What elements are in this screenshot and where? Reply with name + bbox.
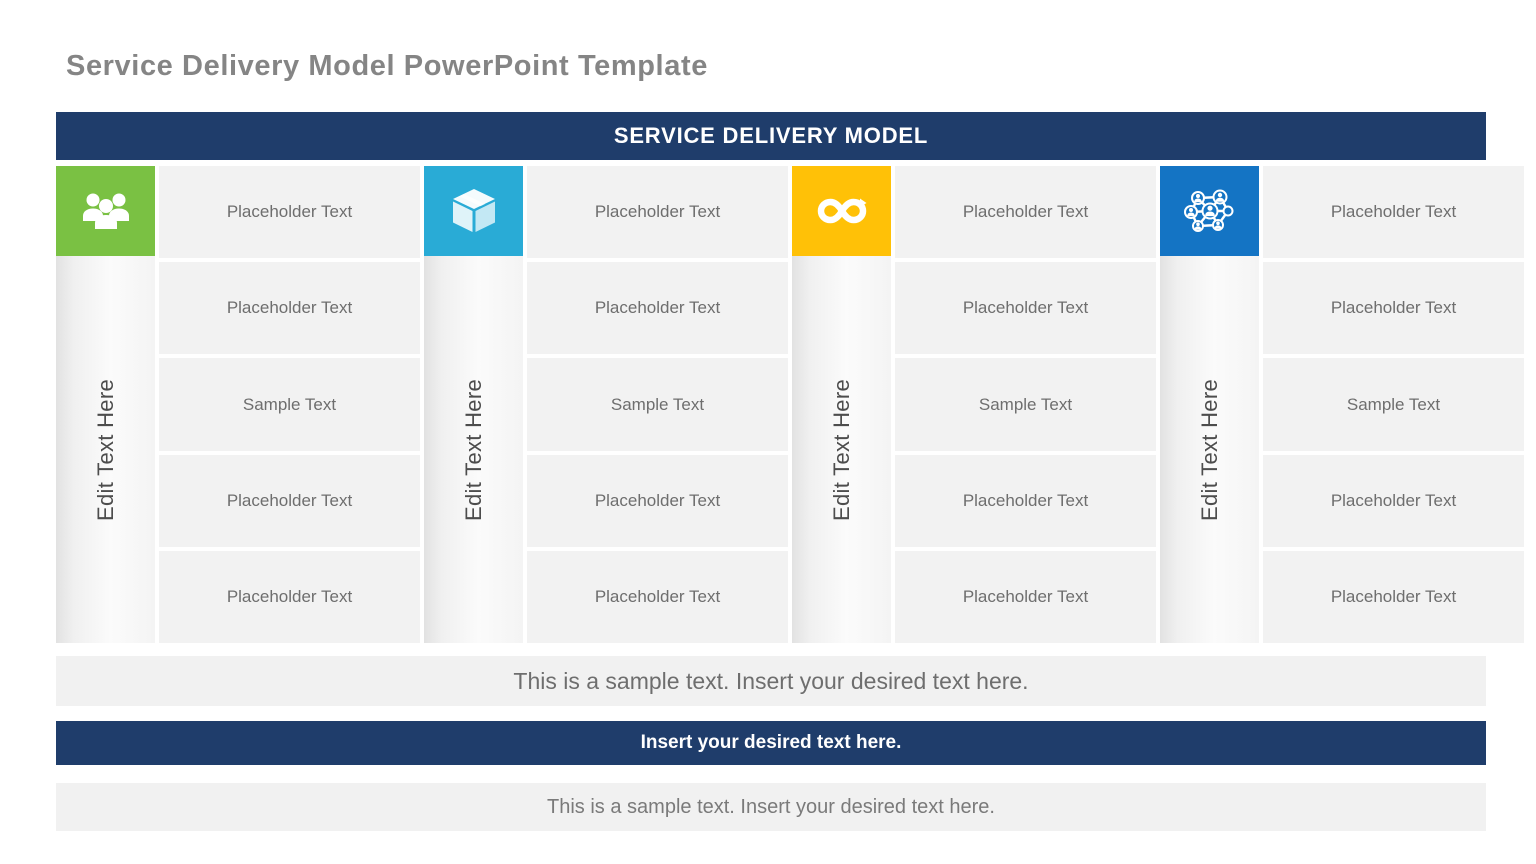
cell[interactable]: Placeholder Text: [527, 550, 788, 644]
vertical-label-1: Edit Text Here: [92, 378, 118, 521]
slide-container: SERVICE DELIVERY MODEL Edit Text Here Pl…: [56, 112, 1524, 831]
footer-bar-top[interactable]: This is a sample text. Insert your desir…: [56, 656, 1486, 706]
vertical-label-4: Edit Text Here: [1196, 378, 1222, 521]
cell[interactable]: Sample Text: [1263, 358, 1524, 451]
footer-bar-middle-text: Insert your desired text here.: [640, 732, 902, 753]
cell[interactable]: Placeholder Text: [159, 454, 420, 547]
infinity-loop-icon: [813, 194, 871, 228]
vertical-label-wrap-4: Edit Text Here: [1160, 256, 1259, 643]
cells-column-1: Placeholder Text Placeholder Text Sample…: [159, 166, 420, 644]
footer-bar-middle[interactable]: Insert your desired text here.: [56, 721, 1486, 765]
network-people-icon: [1182, 185, 1238, 237]
cell[interactable]: Placeholder Text: [1263, 262, 1524, 355]
label-column-1: Edit Text Here: [56, 166, 155, 643]
matrix: Edit Text Here Placeholder Text Placehol…: [56, 166, 1524, 644]
footer-bar-bottom[interactable]: This is a sample text. Insert your desir…: [56, 783, 1486, 831]
banner: SERVICE DELIVERY MODEL: [56, 112, 1486, 160]
cell[interactable]: Placeholder Text: [527, 454, 788, 547]
cell[interactable]: Placeholder Text: [895, 550, 1156, 644]
cell[interactable]: Placeholder Text: [1263, 166, 1524, 259]
cell[interactable]: Placeholder Text: [895, 166, 1156, 259]
cell[interactable]: Placeholder Text: [1263, 454, 1524, 547]
cells-column-2: Placeholder Text Placeholder Text Sample…: [527, 166, 788, 644]
cell[interactable]: Placeholder Text: [159, 166, 420, 259]
people-group-icon: [80, 191, 132, 231]
icon-tile-3[interactable]: [792, 166, 891, 256]
vertical-label-2: Edit Text Here: [460, 378, 486, 521]
cells-column-3: Placeholder Text Placeholder Text Sample…: [895, 166, 1156, 644]
cell[interactable]: Placeholder Text: [159, 550, 420, 644]
column-group-2: Edit Text Here Placeholder Text Placehol…: [424, 166, 792, 644]
cell[interactable]: Placeholder Text: [527, 166, 788, 259]
cell[interactable]: Placeholder Text: [895, 262, 1156, 355]
cells-column-4: Placeholder Text Placeholder Text Sample…: [1263, 166, 1524, 644]
label-column-2: Edit Text Here: [424, 166, 523, 643]
column-group-1: Edit Text Here Placeholder Text Placehol…: [56, 166, 424, 644]
cell[interactable]: Placeholder Text: [159, 262, 420, 355]
vertical-label-wrap-1: Edit Text Here: [56, 256, 155, 643]
footer-bar-bottom-text: This is a sample text. Insert your desir…: [547, 795, 995, 818]
icon-tile-2[interactable]: [424, 166, 523, 256]
cell[interactable]: Sample Text: [527, 358, 788, 451]
cell[interactable]: Sample Text: [159, 358, 420, 451]
vertical-label-3: Edit Text Here: [828, 378, 854, 521]
vertical-label-wrap-2: Edit Text Here: [424, 256, 523, 643]
footer-bar-top-text: This is a sample text. Insert your desir…: [513, 667, 1029, 694]
cell[interactable]: Sample Text: [895, 358, 1156, 451]
banner-title: SERVICE DELIVERY MODEL: [613, 123, 929, 148]
label-column-4: Edit Text Here: [1160, 166, 1259, 643]
cell[interactable]: Placeholder Text: [527, 262, 788, 355]
vertical-label-wrap-3: Edit Text Here: [792, 256, 891, 643]
package-box-icon: [451, 187, 497, 235]
cell[interactable]: Placeholder Text: [1263, 550, 1524, 644]
icon-tile-4[interactable]: [1160, 166, 1259, 256]
icon-tile-1[interactable]: [56, 166, 155, 256]
page-title: Service Delivery Model PowerPoint Templa…: [66, 50, 708, 82]
cell[interactable]: Placeholder Text: [895, 454, 1156, 547]
column-group-3: Edit Text Here Placeholder Text Placehol…: [792, 166, 1160, 644]
column-group-4: Edit Text Here Placeholder Text Placehol…: [1160, 166, 1528, 644]
label-column-3: Edit Text Here: [792, 166, 891, 643]
